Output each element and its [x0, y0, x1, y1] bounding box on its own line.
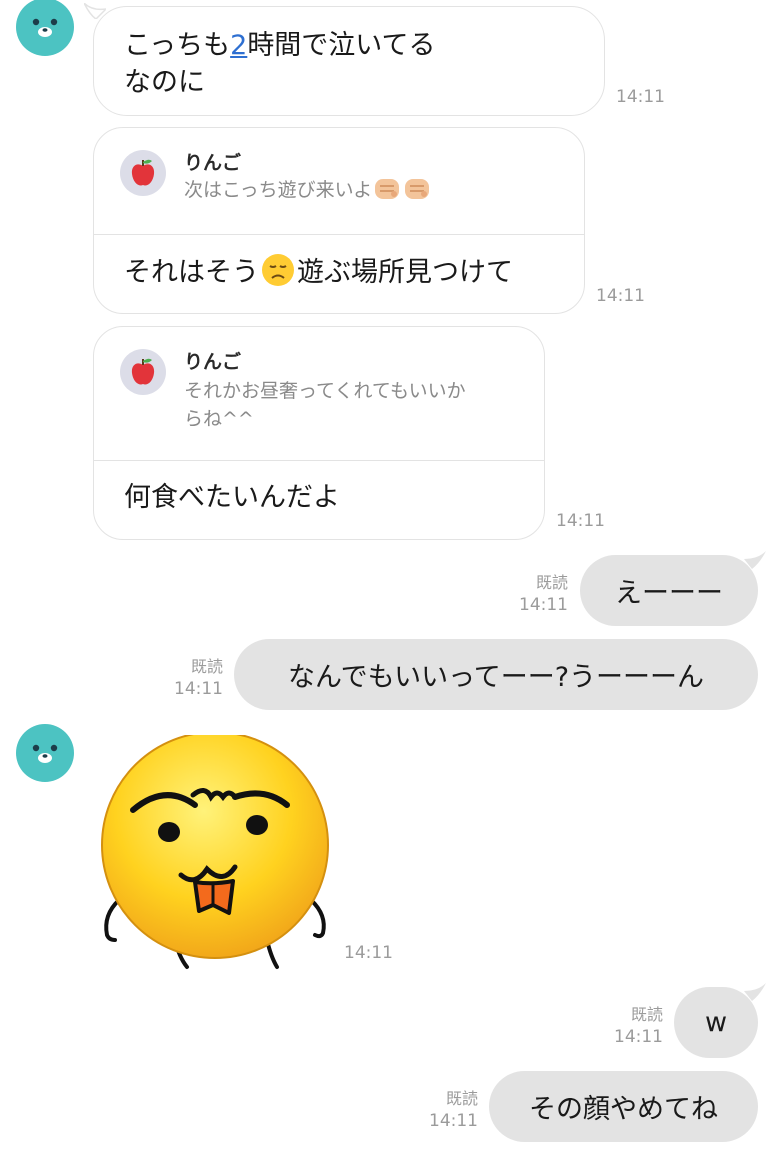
message-text: なんでもいいってーー?うーーーん: [287, 662, 705, 693]
message-timestamp: 14:11: [614, 1027, 663, 1047]
read-receipt: 既読 14:11: [155, 656, 223, 700]
reply-avatar: [120, 349, 166, 395]
message-timestamp: 14:11: [556, 511, 605, 531]
read-label: 既読: [190, 657, 223, 676]
message-timestamp: 14:11: [429, 1111, 478, 1131]
read-receipt: 既読 14:11: [410, 1088, 478, 1132]
message-timestamp: 14:11: [596, 286, 645, 306]
reply-message-bubble[interactable]: りんご それかお昼奢ってくれてもいいか らね^^ 何食べたいんだよ: [93, 326, 545, 540]
bubble-tail: [744, 551, 766, 569]
message-text: 何食べたいんだよ: [124, 482, 340, 513]
bubble-tail: [744, 983, 766, 1001]
message-text-line2: なのに: [124, 67, 205, 98]
fist-emoji: [402, 176, 432, 210]
message-text-part: 遊ぶ場所見つけて: [297, 257, 513, 288]
read-label: 既読: [445, 1089, 478, 1108]
reply-quote-line: らね^^: [184, 408, 254, 430]
message-timestamp: 14:11: [616, 87, 665, 107]
reply-divider: [94, 234, 584, 235]
reply-avatar: [120, 150, 166, 196]
message-text: その顔やめてね: [529, 1094, 718, 1125]
sticker-image: [101, 731, 329, 969]
reply-preview[interactable]: りんご それかお昼奢ってくれてもいいか らね^^: [94, 327, 544, 433]
message-timestamp: 14:11: [344, 943, 393, 963]
message-text-part: 時間で泣いてる: [247, 30, 436, 61]
read-receipt: 既読 14:11: [595, 1004, 663, 1048]
reply-divider: [94, 460, 544, 461]
inline-number-link[interactable]: 2: [230, 30, 247, 61]
reply-quote: 次はこっち遊び来いよ: [184, 179, 373, 201]
outgoing-message-bubble[interactable]: なんでもいいってーー?うーーーん: [234, 639, 758, 710]
reply-sender-name: りんご: [184, 152, 242, 174]
reply-preview[interactable]: りんご 次はこっち遊び来いよ: [94, 128, 584, 210]
read-label: 既読: [535, 573, 568, 592]
message-text: それはそう 遊ぶ場所見つけて: [124, 253, 513, 297]
bear-avatar-icon: [32, 744, 58, 763]
reply-sender-name: りんご: [184, 351, 242, 373]
read-label: 既読: [630, 1005, 663, 1024]
message-text: こっちも2時間で泣いてる なのに: [124, 27, 436, 101]
message-text-part: それはそう: [124, 257, 259, 288]
bubble-tail: [84, 3, 106, 19]
message-text: えーーー: [615, 578, 723, 609]
reply-quote-line: それかお昼奢ってくれてもいいか: [184, 380, 466, 402]
outgoing-message-bubble[interactable]: w: [674, 983, 766, 1058]
contact-avatar[interactable]: [16, 0, 74, 56]
apple-icon: [131, 358, 155, 385]
read-receipt: 既読 14:11: [500, 572, 568, 616]
funny-face-sticker[interactable]: [95, 731, 335, 975]
reply-message-bubble[interactable]: りんご 次はこっち遊び来いよ それはそう 遊ぶ場所見つけて: [93, 127, 585, 314]
contact-avatar[interactable]: [16, 724, 74, 782]
fist-emoji: [372, 176, 402, 210]
message-text: w: [704, 1007, 728, 1038]
bear-avatar-icon: [32, 18, 58, 37]
incoming-message-bubble[interactable]: こっちも2時間で泣いてる なのに: [84, 3, 605, 116]
disappointed-face-emoji: [261, 253, 295, 297]
message-text-part: こっちも: [124, 30, 231, 61]
apple-icon: [131, 159, 155, 186]
reply-quote-text: 次はこっち遊び来いよ: [184, 176, 432, 210]
outgoing-message-bubble[interactable]: その顔やめてね: [489, 1071, 758, 1142]
message-timestamp: 14:11: [519, 595, 568, 615]
outgoing-message-bubble[interactable]: えーーー: [580, 551, 766, 626]
message-timestamp: 14:11: [174, 679, 223, 699]
